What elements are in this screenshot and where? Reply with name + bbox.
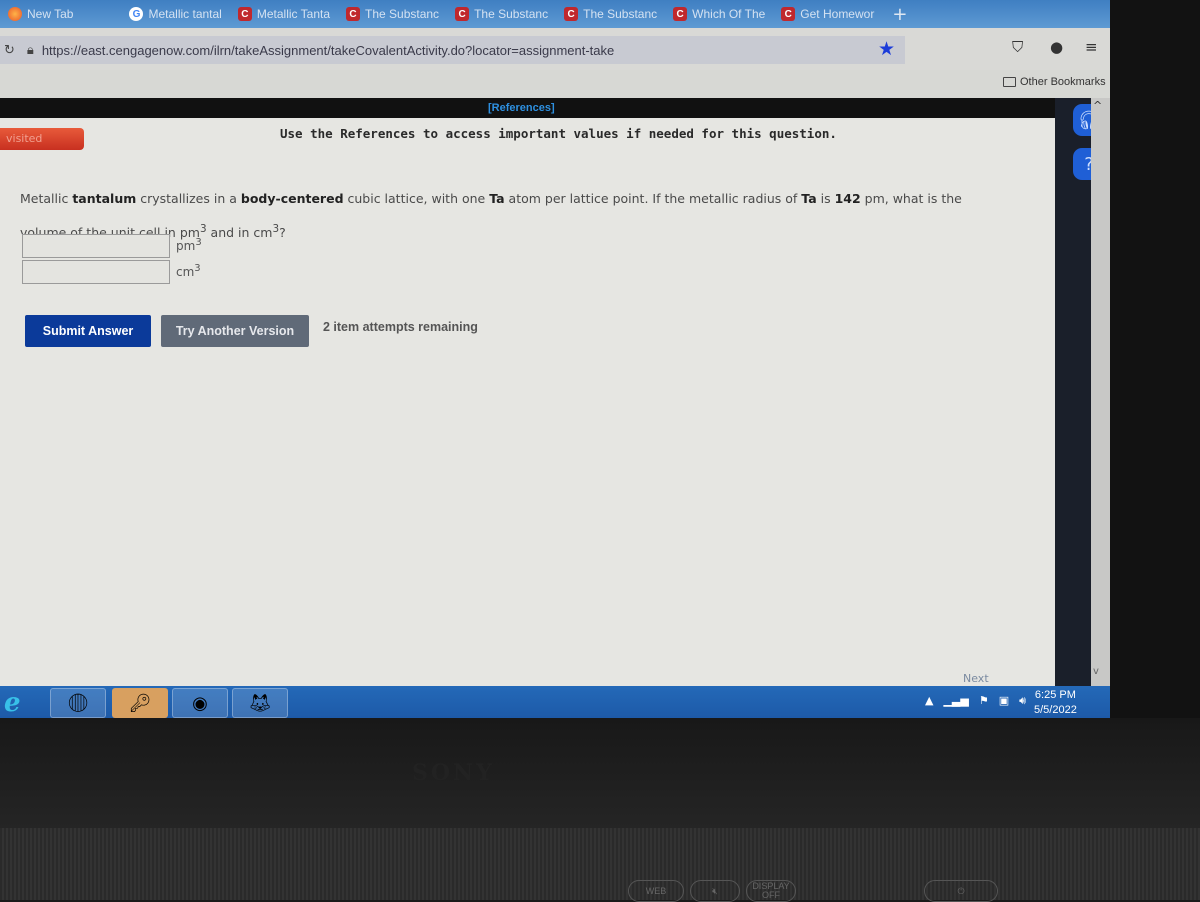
tab-get-homework[interactable]: C Get Homewor xyxy=(773,4,882,24)
url-text[interactable]: https://east.cengagenow.com/ilrn/takeAss… xyxy=(42,43,614,58)
tab-label: Get Homewor xyxy=(800,7,875,21)
cengage-icon: C xyxy=(346,7,361,21)
scroll-down-icon[interactable]: v xyxy=(1093,666,1099,677)
tab-label: The Substanc xyxy=(583,7,658,21)
laptop-bezel-bottom xyxy=(0,718,1200,828)
url-bar[interactable]: ↻ 🔒︎ https://east.cengagenow.com/ilrn/ta… xyxy=(0,36,905,64)
taskbar-chrome-icon[interactable]: ◉ xyxy=(172,688,228,718)
reload-icon[interactable]: ↻ xyxy=(4,43,15,58)
bookmark-star-icon[interactable]: ★ xyxy=(878,38,895,60)
tab-label: Metallic Tanta xyxy=(256,7,331,21)
mute-hardware-button[interactable]: 🔇︎ xyxy=(690,880,740,902)
taskbar-firefox-icon[interactable]: 🦊︎ xyxy=(232,688,288,718)
next-link[interactable]: Next xyxy=(963,672,989,685)
tab-label: Which Of The xyxy=(692,7,766,21)
scrollbar[interactable] xyxy=(1091,98,1110,688)
display-off-hardware-button[interactable]: DISPLAY OFF xyxy=(746,880,796,902)
tab-label: The Substanc xyxy=(365,7,440,21)
tray-expand-icon[interactable]: ▲ xyxy=(925,694,933,708)
tab-metallic-tanta[interactable]: C Metallic Tanta xyxy=(230,4,338,24)
power-hardware-button[interactable]: ⏻ xyxy=(924,880,998,902)
try-another-version-button[interactable]: Try Another Version xyxy=(161,315,309,347)
tab-the-substance-2[interactable]: C The Substanc xyxy=(447,4,556,24)
tab-label: Metallic tantal xyxy=(148,7,222,21)
bookmarks-bar xyxy=(0,70,1110,98)
flag-icon[interactable]: ⚑ xyxy=(979,694,989,708)
answer-input-pm3[interactable] xyxy=(22,234,170,258)
references-note: Use the References to access important v… xyxy=(280,126,837,141)
submit-answer-button[interactable]: Submit Answer xyxy=(25,315,151,347)
pocket-icon[interactable]: ⛉ xyxy=(1012,38,1023,56)
taskbar-key-icon[interactable]: 🔑︎ xyxy=(112,688,168,718)
menu-icon[interactable]: ≡ xyxy=(1085,38,1098,56)
answer-input-cm3[interactable] xyxy=(22,260,170,284)
power-icon[interactable]: ▣ xyxy=(999,694,1009,708)
cengage-icon: C xyxy=(564,7,579,21)
system-tray: ▲ ▁▃▅ ⚑ ▣ 🔊︎ xyxy=(925,694,1026,708)
signal-icon[interactable]: ▁▃▅ xyxy=(943,694,968,708)
unit-label-cm3: cm3 xyxy=(176,263,201,279)
tab-the-substance-3[interactable]: C The Substanc xyxy=(556,4,665,24)
volume-icon[interactable]: 🔊︎ xyxy=(1019,694,1026,708)
visited-badge[interactable]: visited xyxy=(0,128,84,150)
unit-label-pm3: pm3 xyxy=(176,237,202,253)
references-link[interactable]: [References] xyxy=(488,102,555,114)
cengage-icon: C xyxy=(237,7,252,21)
folder-icon xyxy=(1003,77,1016,87)
extension-icon[interactable]: ● xyxy=(1050,38,1063,56)
answer-row-pm3: pm3 xyxy=(22,234,202,258)
laptop-speaker-strip xyxy=(0,828,1200,900)
sony-logo: SONY xyxy=(412,760,495,786)
taskbar-clock[interactable]: 6:25 PM 5/5/2022 xyxy=(1034,688,1077,718)
firefox-icon xyxy=(8,7,22,21)
web-hardware-button[interactable]: WEB xyxy=(628,880,684,902)
tab-label: The Substanc xyxy=(474,7,549,21)
answer-row-cm3: cm3 xyxy=(22,260,201,284)
google-icon: G xyxy=(129,7,144,21)
tab-metallic-tantal-google[interactable]: G Metallic tantal xyxy=(121,4,229,24)
cengage-icon: C xyxy=(673,7,688,21)
other-bookmarks-label: Other Bookmarks xyxy=(1020,76,1106,88)
internet-explorer-icon[interactable]: e xyxy=(4,688,21,718)
scroll-up-icon[interactable]: ^ xyxy=(1093,99,1102,112)
clock-time: 6:25 PM xyxy=(1034,689,1076,701)
tab-bar: New Tab G Metallic tantal C Metallic Tanta… xyxy=(0,0,1110,28)
new-tab-button[interactable]: + xyxy=(882,4,917,25)
tab-the-substance-1[interactable]: C The Substanc xyxy=(338,4,447,24)
tab-new-tab[interactable]: New Tab xyxy=(0,4,81,24)
tab-which-of-the[interactable]: C Which Of The xyxy=(665,4,773,24)
laptop-screen: New Tab G Metallic tantal C Metallic Tanta… xyxy=(0,0,1110,718)
laptop-bezel-right xyxy=(1110,0,1200,820)
clock-date: 5/5/2022 xyxy=(1034,704,1077,716)
lock-icon: 🔒︎ xyxy=(26,42,34,58)
tab-label: New Tab xyxy=(27,7,74,21)
attempts-remaining: 2 item attempts remaining xyxy=(323,320,478,334)
cengage-icon: C xyxy=(455,7,470,21)
other-bookmarks[interactable]: Other Bookmarks xyxy=(1003,76,1106,88)
cengage-icon: C xyxy=(781,7,796,21)
taskbar-app-browser-icon[interactable]: 🔴︎ xyxy=(50,688,106,718)
